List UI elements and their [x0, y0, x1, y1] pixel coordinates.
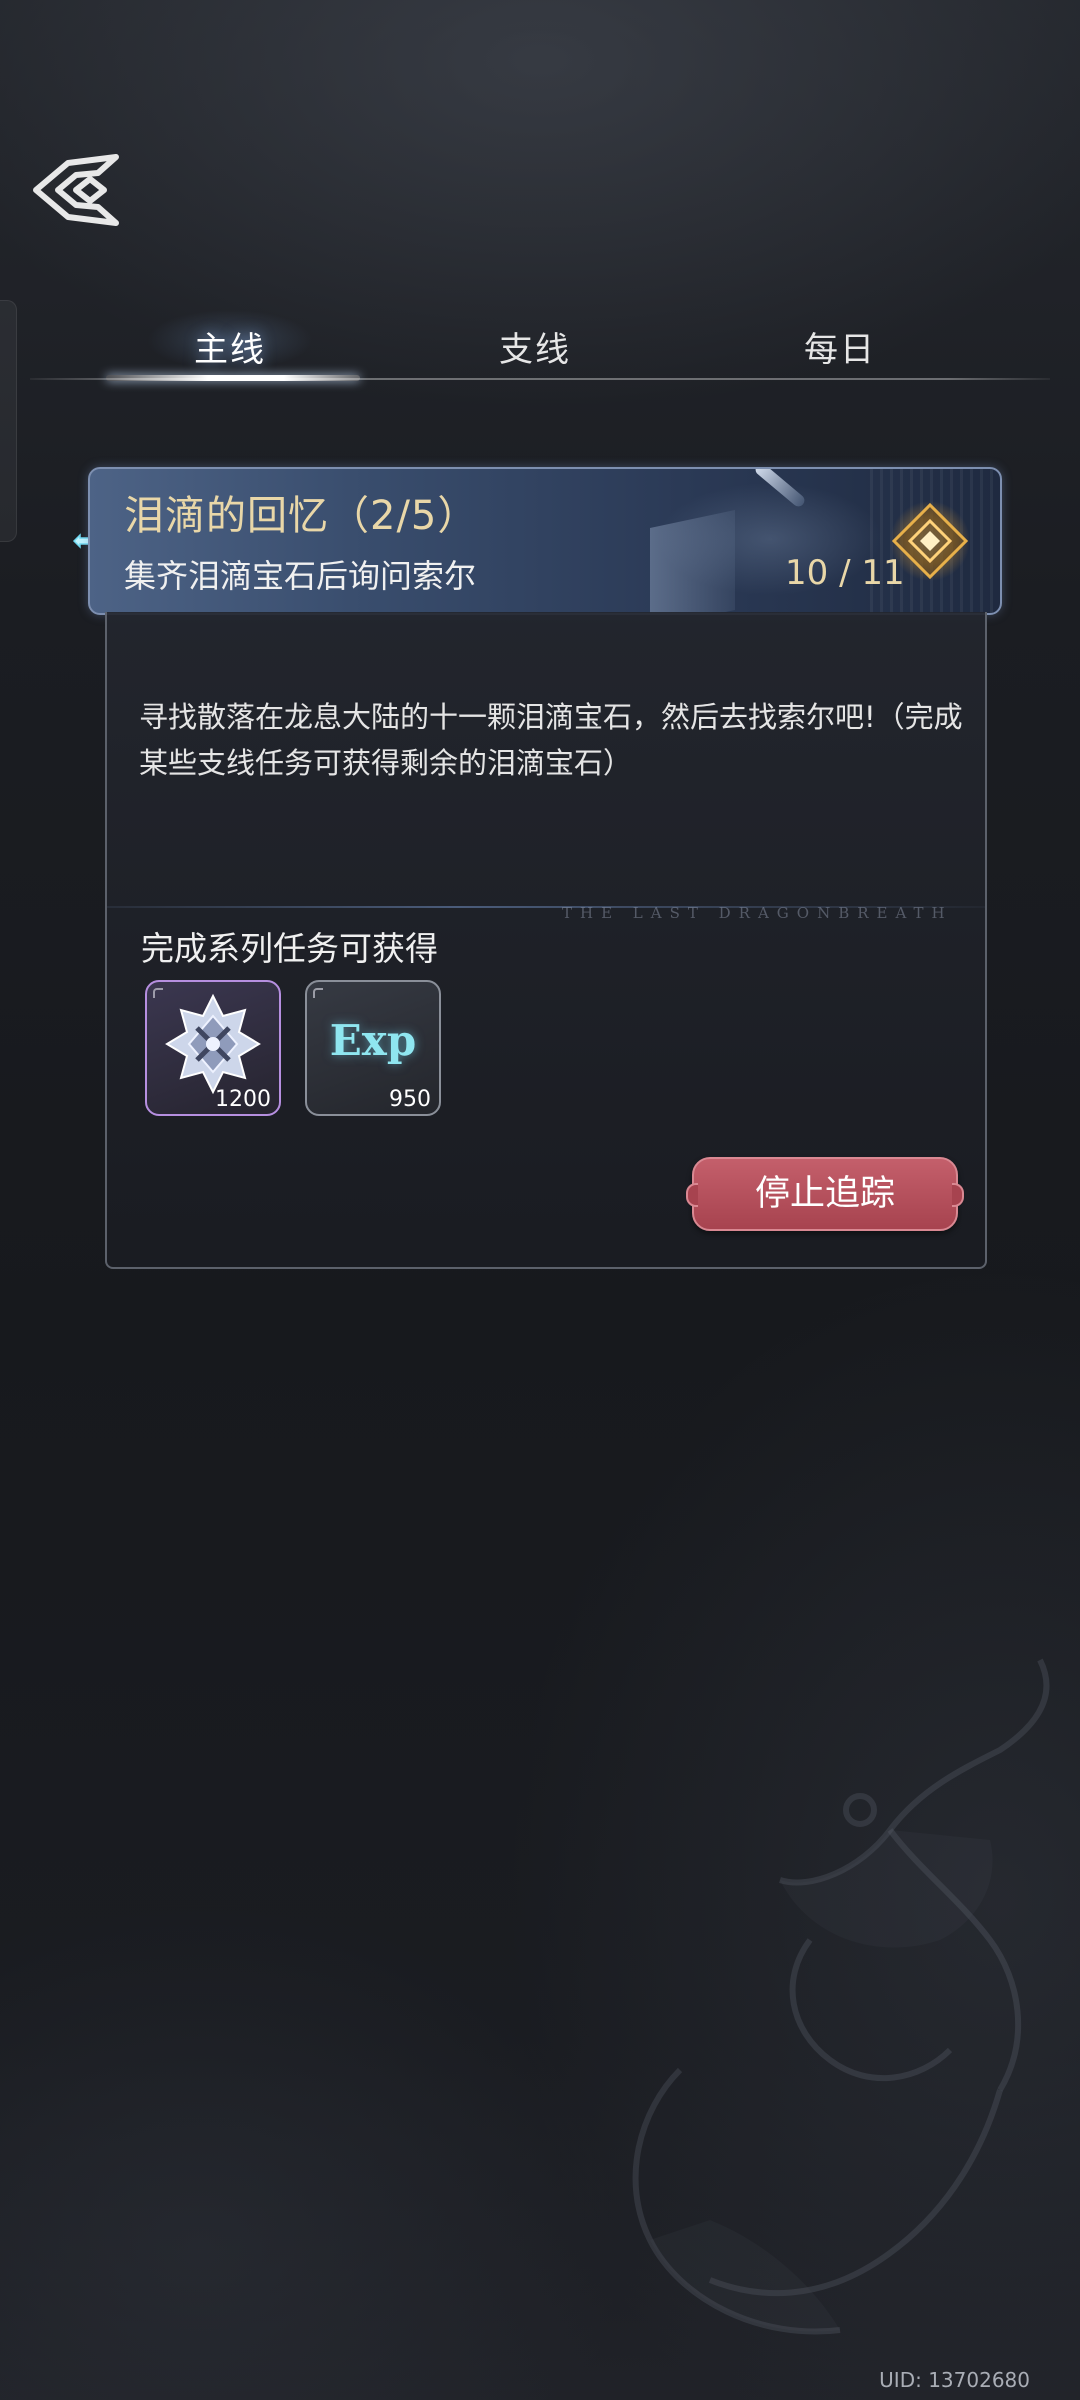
- tab-main[interactable]: 主线: [105, 322, 355, 372]
- side-drawer-handle[interactable]: [0, 300, 17, 542]
- exp-icon: Exp: [329, 1016, 417, 1065]
- header-artwork-shard: [753, 469, 807, 509]
- quest-title: 泪滴的回忆（2/5）: [124, 493, 479, 539]
- quest-description: 寻找散落在龙息大陆的十一颗泪滴宝石，然后去找索尔吧!（完成某些支线任务可获得剩余…: [139, 700, 963, 780]
- reward-quantity: 1200: [215, 1087, 271, 1112]
- stop-tracking-button[interactable]: 停止追踪: [686, 1157, 964, 1231]
- user-id: UID: 13702680: [879, 2368, 1030, 2392]
- reward-item-medal[interactable]: 1200: [145, 980, 281, 1116]
- quest-details-panel: 寻找散落在龙息大陆的十一颗泪滴宝石，然后去找索尔吧!（完成某些支线任务可获得剩余…: [105, 612, 987, 1269]
- quest-tabs: 主线 支线 每日: [30, 300, 1050, 390]
- quest-objective: 集齐泪滴宝石后询问索尔: [124, 557, 477, 595]
- active-tab-underline: [106, 375, 360, 381]
- reward-quantity: 950: [389, 1087, 431, 1112]
- rarity-corner: [313, 988, 323, 998]
- tab-daily[interactable]: 每日: [715, 322, 965, 372]
- game-watermark: THE LAST DRAGONBREATH: [562, 904, 953, 922]
- quest-screen: 主线 支线 每日 泪滴的回忆（2/5） 集齐泪滴宝石后询问索尔 10 / 11: [0, 0, 1080, 2400]
- back-button[interactable]: [28, 145, 128, 235]
- quest-header-card[interactable]: 泪滴的回忆（2/5） 集齐泪滴宝石后询问索尔 10 / 11: [88, 467, 1002, 615]
- quest-marker-icon: [890, 501, 970, 581]
- back-arrow-icon: [33, 154, 119, 226]
- reward-item-exp[interactable]: Exp 950: [305, 980, 441, 1116]
- rewards-label: 完成系列任务可获得: [141, 929, 438, 968]
- tab-side[interactable]: 支线: [410, 322, 660, 372]
- dragon-emblem-artwork: [632, 1658, 1050, 2335]
- header-artwork: [650, 509, 735, 613]
